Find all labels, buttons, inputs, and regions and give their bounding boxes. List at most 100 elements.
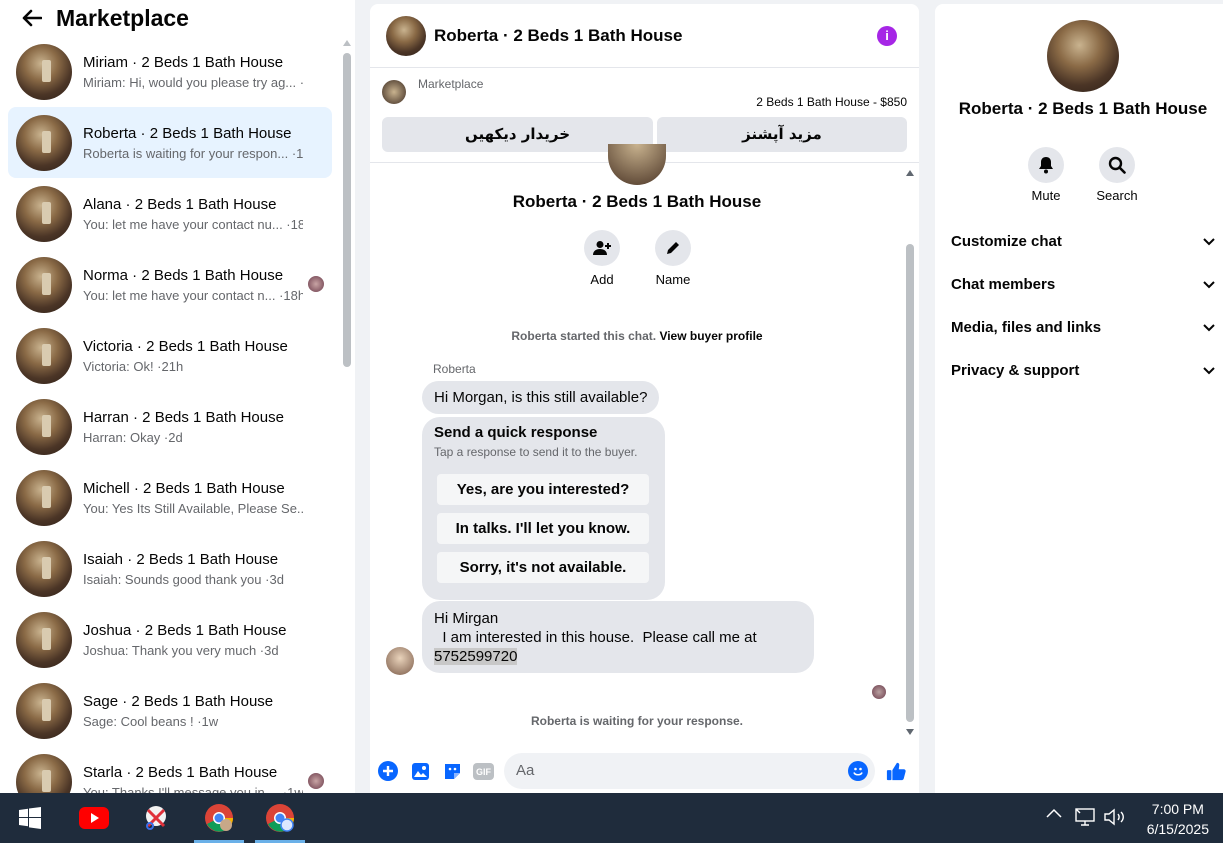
avatar[interactable] [386,15,426,56]
conversation-item[interactable]: Sage · 2 Beds 1 Bath House Sage: Cool bea… [8,675,332,746]
add-people-button[interactable]: Add [572,230,632,287]
conversation-item-selected[interactable]: Roberta · 2 Beds 1 Bath House Roberta is … [8,107,332,178]
section-label: Customize chat [951,233,1062,250]
started-text: Roberta started this chat. [511,329,657,343]
name-chat-button[interactable]: Name [643,230,703,287]
thread-title: Roberta · 2 Beds 1 Bath House [512,192,762,211]
search-label: Search [1096,188,1138,203]
avatar [16,256,72,313]
plus-circle-icon[interactable] [378,761,398,781]
chevron-up-icon[interactable] [1046,808,1062,818]
privacy-support-section[interactable]: Privacy & support [951,362,1215,379]
message-bubble[interactable]: Hi Mirgan I am interested in this house.… [422,601,814,673]
chat-info-panel: Roberta · 2 Beds 1 Bath House Mute Searc… [935,4,1223,793]
profile-name: Roberta · 2 Beds 1 Bath House [958,99,1208,118]
message-bubble[interactable]: Hi Morgan, is this still available? [422,381,660,414]
message-line: Hi Mirgan [434,610,499,627]
section-label: Media, files and links [951,319,1102,336]
chat-title[interactable]: Roberta · 2 Beds 1 Bath House [434,26,682,46]
scroll-up-icon[interactable] [906,170,914,176]
quick-reply-not-available-button[interactable]: Sorry, it's not available. [437,552,649,583]
listing-title-price[interactable]: 2 Beds 1 Bath House - $850 [756,95,907,109]
windows-start-icon[interactable] [5,793,55,843]
scrollbar-thumb[interactable] [906,244,914,722]
profile-avatar[interactable] [1047,20,1119,92]
conversation-preview: Victoria: Ok! ·21h [83,358,184,374]
section-label: Privacy & support [951,362,1080,379]
conversation-item[interactable]: Norma · 2 Beds 1 Bath House You: let me h… [8,249,332,320]
clock-date: 6/15/2025 [1146,821,1209,837]
chat-started-notice: Roberta started this chat. View buyer pr… [370,329,904,343]
conversation-name: Alana · 2 Beds 1 Bath House [83,195,277,213]
gif-icon[interactable]: GIF [473,763,494,780]
marketplace-header: Marketplace [0,0,340,36]
back-arrow-icon[interactable] [20,6,44,30]
clock-time: 7:00 PM [1151,801,1204,817]
avatar [16,753,72,793]
sender-avatar[interactable] [386,647,414,675]
media-files-links-section[interactable]: Media, files and links [951,319,1215,336]
conversation-name: Starla · 2 Beds 1 Bath House [83,763,278,781]
sender-name: Roberta [433,362,476,376]
conversation-item[interactable]: Joshua · 2 Beds 1 Bath House Joshua: Than… [8,604,332,675]
scroll-up-icon[interactable] [343,40,351,46]
system-clock[interactable]: 7:00 PM 6/15/2025 [1147,799,1209,839]
conversation-preview: Joshua: Thank you very much ·3d [83,642,279,658]
name-label: Name [655,272,691,287]
scrollbar-thumb[interactable] [343,53,351,367]
conversation-item[interactable]: Alana · 2 Beds 1 Bath House You: let me h… [8,178,332,249]
mute-label: Mute [1031,188,1061,203]
message-input[interactable]: Aa [504,753,875,789]
conversation-item[interactable]: Victoria · 2 Beds 1 Bath House Victoria: … [8,320,332,391]
quick-reply-in-talks-button[interactable]: In talks. I'll let you know. [437,513,649,544]
chevron-down-icon [1203,323,1215,331]
scroll-down-icon[interactable] [906,729,914,735]
network-icon[interactable] [1075,807,1097,827]
more-options-button[interactable]: مزید آپشنز [657,117,907,152]
snipping-tool-icon[interactable] [131,793,181,843]
chat-panel: Roberta · 2 Beds 1 Bath House i Marketpl… [370,4,919,793]
conversation-item[interactable]: Isaiah · 2 Beds 1 Bath House Isaiah: Soun… [8,533,332,604]
message-thread: Roberta · 2 Beds 1 Bath House Add Name R… [370,144,919,749]
conversation-name: Roberta · 2 Beds 1 Bath House [83,124,292,142]
conversation-preview: You: Yes Its Still Available, Please Se.… [83,500,303,516]
mute-button[interactable]: Mute [1016,147,1076,203]
conversation-item[interactable]: Miriam · 2 Beds 1 Bath House Miriam: Hi, … [8,36,332,107]
view-buyer-profile-link[interactable]: View buyer profile [659,329,762,343]
sticker-icon[interactable] [442,761,462,781]
marketplace-label: Marketplace [418,77,484,91]
add-label: Add [590,272,614,287]
conversation-item[interactable]: Michell · 2 Beds 1 Bath House You: Yes It… [8,462,332,533]
phone-number-text[interactable]: 5752599720 [434,648,518,665]
section-label: Chat members [951,276,1056,293]
conversation-preview: Miriam: Hi, would you please try ag... ·… [83,74,303,90]
conversation-preview: You: let me have your contact n... ·18h [83,287,303,303]
conversation-name: Isaiah · 2 Beds 1 Bath House [83,550,279,568]
conversation-preview: Harran: Okay ·2d [83,429,183,445]
info-icon[interactable]: i [877,26,897,46]
chrome-icon[interactable] [194,793,244,843]
customize-chat-section[interactable]: Customize chat [951,233,1215,250]
chat-members-section[interactable]: Chat members [951,276,1215,293]
thumbs-up-icon[interactable] [886,761,906,781]
listing-thumbnail [382,80,406,104]
search-button[interactable]: Search [1087,147,1147,203]
emoji-icon[interactable] [848,761,868,781]
avatar [16,114,72,171]
conversation-preview: Sage: Cool beans ! ·1w [83,713,219,729]
quick-reply-interested-button[interactable]: Yes, are you interested? [437,474,649,505]
quick-response-card: Send a quick response Tap a response to … [422,417,665,600]
conversation-name: Sage · 2 Beds 1 Bath House [83,692,274,710]
chrome-profile-icon[interactable] [255,793,305,843]
conversation-name: Miriam · 2 Beds 1 Bath House [83,53,284,71]
conversation-item[interactable]: Starla · 2 Beds 1 Bath House You: Thanks … [8,746,332,793]
add-person-icon [584,230,620,266]
conversation-preview: Isaiah: Sounds good thank you ·3d [83,571,284,587]
youtube-icon[interactable] [69,793,119,843]
seen-avatar-icon [872,685,886,699]
conversation-list-scrollbar[interactable] [341,36,353,793]
thread-scrollbar[interactable] [904,164,916,739]
volume-icon[interactable] [1103,807,1127,827]
conversation-item[interactable]: Harran · 2 Beds 1 Bath House Harran: Okay… [8,391,332,462]
photo-icon[interactable] [410,761,430,781]
